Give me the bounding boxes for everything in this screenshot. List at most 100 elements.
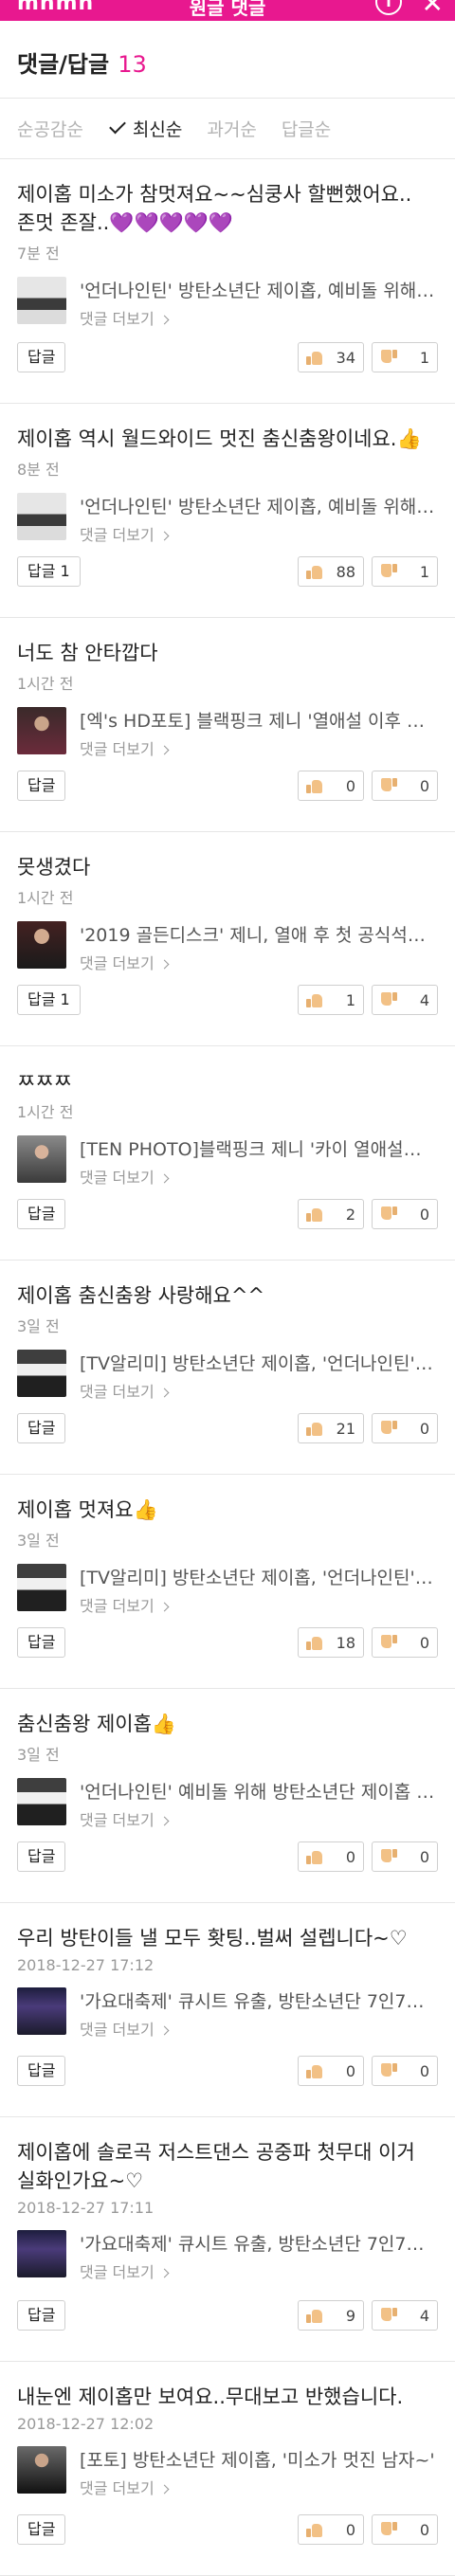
reply-button[interactable]: 답글 1 xyxy=(17,556,81,587)
article-title[interactable]: [TV알리미] 방탄소년단 제이홉, '언더나인틴' 스페셜 무대 xyxy=(80,1350,438,1375)
reply-button[interactable]: 답글 xyxy=(17,2514,66,2545)
sort-option-label: 최신순 xyxy=(132,119,183,140)
like-button[interactable]: 0 xyxy=(298,2514,364,2545)
chevron-right-icon xyxy=(159,2268,170,2278)
more-comments-link[interactable]: 댓글 더보기 xyxy=(80,2259,438,2282)
more-comments-label: 댓글 더보기 xyxy=(80,1383,155,1401)
like-button[interactable]: 34 xyxy=(298,342,364,372)
like-count: 0 xyxy=(345,1847,355,1866)
comment-text: 제이홉 미소가 참멋져요~~심쿵사 할뻔했어요..존멋 존잘..💜💜💜💜💜 xyxy=(17,183,412,234)
reply-button[interactable]: 답글 xyxy=(17,2300,66,2331)
article-title[interactable]: [포토] 방탄소년단 제이홉, '미소가 멋진 남자~' xyxy=(80,2446,438,2472)
article-title[interactable]: '언더나인틴' 예비돌 위해 방탄소년단 제이홉 떴다 xyxy=(80,1778,438,1804)
like-count: 1 xyxy=(345,990,355,1009)
comment-header: 댓글/답글 13 xyxy=(0,21,455,99)
linked-article[interactable]: '가요대축제' 큐시트 유출, 방탄소년단 7인7색 솔로무대 댓글 더보기 xyxy=(17,1987,438,2039)
article-title[interactable]: [TEN PHOTO]블랙핑크 제니 '카이 열애설이후 첫 공식석상' xyxy=(80,1135,438,1161)
sort-option-oldest[interactable]: 과거순 xyxy=(207,116,256,141)
like-button[interactable]: 1 xyxy=(298,985,364,1015)
comment-time: 2018-12-27 12:02 xyxy=(17,2415,155,2433)
thumbs-up-icon xyxy=(306,2063,323,2078)
dislike-button[interactable]: 1 xyxy=(372,342,438,372)
more-comments-link[interactable]: 댓글 더보기 xyxy=(80,1807,438,1830)
like-button[interactable]: 2 xyxy=(298,1199,364,1229)
linked-article[interactable]: '언더나인틴' 방탄소년단 제이홉, 예비돌 위해 바쁜 스케줄 쪼개 댓글 더… xyxy=(17,277,438,328)
comment-list: 제이홉 미소가 참멋져요~~심쿵사 할뻔했어요..존멋 존잘..💜💜💜💜💜 7분… xyxy=(0,159,455,2576)
like-button[interactable]: 9 xyxy=(298,2300,364,2331)
article-title[interactable]: '2019 골든디스크' 제니, 열애 후 첫 공식석상 '당당한 모습' xyxy=(80,921,438,947)
more-comments-link[interactable]: 댓글 더보기 xyxy=(80,522,438,545)
reply-button[interactable]: 답글 xyxy=(17,1841,66,1872)
like-button[interactable]: 21 xyxy=(298,1413,364,1443)
vote-group: 0 0 xyxy=(290,2056,438,2086)
dislike-button[interactable]: 1 xyxy=(372,556,438,587)
linked-article[interactable]: [TV알리미] 방탄소년단 제이홉, '언더나인틴' 스페셜 무대 댓글 더보기 xyxy=(17,1564,438,1615)
dislike-button[interactable]: 4 xyxy=(372,985,438,1015)
like-button[interactable]: 18 xyxy=(298,1627,364,1658)
article-title[interactable]: [엑's HD포토] 블랙핑크 제니 '열애설 이후 첫 공식석상' xyxy=(80,707,438,733)
reply-button[interactable]: 답글 xyxy=(17,1627,66,1658)
sort-option-replies[interactable]: 답글순 xyxy=(282,116,331,141)
article-info: '가요대축제' 큐시트 유출, 방탄소년단 7인7색 솔로무대 댓글 더보기 xyxy=(80,2230,438,2282)
like-button[interactable]: 0 xyxy=(298,1841,364,1872)
linked-article[interactable]: '2019 골든디스크' 제니, 열애 후 첫 공식석상 '당당한 모습' 댓글… xyxy=(17,921,438,972)
dislike-button[interactable]: 4 xyxy=(372,2300,438,2331)
sort-option-label: 답글순 xyxy=(281,119,332,140)
like-count: 34 xyxy=(336,348,355,367)
comment-text: ㅉㅉㅉ xyxy=(17,1070,72,1093)
reply-button[interactable]: 답글 xyxy=(17,771,66,801)
article-title[interactable]: '가요대축제' 큐시트 유출, 방탄소년단 7인7색 솔로무대 xyxy=(80,1987,438,2013)
dislike-button[interactable]: 0 xyxy=(372,1627,438,1658)
reply-button[interactable]: 답글 1 xyxy=(17,985,81,1015)
comment-item: 제이홉 역시 월드와이드 멋진 춤신춤왕이네요.👍 8분 전 '언더나인틴' 방… xyxy=(0,404,455,618)
like-button[interactable]: 88 xyxy=(298,556,364,587)
dislike-button[interactable]: 0 xyxy=(372,2056,438,2086)
article-title[interactable]: '가요대축제' 큐시트 유출, 방탄소년단 7인7색 솔로무대 xyxy=(80,2230,438,2256)
comment-text: 제이홉 춤신춤왕 사랑해요^^ xyxy=(17,1284,265,1307)
comment-time: 2018-12-27 17:11 xyxy=(17,2199,155,2217)
dislike-button[interactable]: 0 xyxy=(372,2514,438,2545)
article-title[interactable]: '언더나인틴' 방탄소년단 제이홉, 예비돌 위해 바쁜 스케줄 쪼개 xyxy=(80,493,438,518)
more-comments-link[interactable]: 댓글 더보기 xyxy=(80,2017,438,2040)
more-comments-link[interactable]: 댓글 더보기 xyxy=(80,951,438,973)
more-comments-link[interactable]: 댓글 더보기 xyxy=(80,1593,438,1616)
like-button[interactable]: 0 xyxy=(298,2056,364,2086)
reply-button[interactable]: 답글 xyxy=(17,342,66,372)
reply-button[interactable]: 답글 xyxy=(17,1199,66,1229)
sort-option-likes[interactable]: 순공감순 xyxy=(17,116,83,141)
dislike-button[interactable]: 0 xyxy=(372,1199,438,1229)
linked-article[interactable]: [엑's HD포토] 블랙핑크 제니 '열애설 이후 첫 공식석상' 댓글 더보… xyxy=(17,707,438,758)
thumbs-down-icon xyxy=(380,2308,397,2323)
comment-actions: 답글 21 0 xyxy=(17,1413,438,1445)
comment-text: 우리 방탄이들 낼 모두 홧팅..벌써 설렙니다~♡ xyxy=(17,1927,408,1950)
linked-article[interactable]: '언더나인틴' 예비돌 위해 방탄소년단 제이홉 떴다 댓글 더보기 xyxy=(17,1778,438,1829)
more-comments-link[interactable]: 댓글 더보기 xyxy=(80,736,438,759)
more-comments-link[interactable]: 댓글 더보기 xyxy=(80,2476,438,2498)
article-info: '언더나인틴' 방탄소년단 제이홉, 예비돌 위해 바쁜 스케줄 쪼개 댓글 더… xyxy=(80,493,438,545)
vote-group: 18 0 xyxy=(290,1627,438,1658)
linked-article[interactable]: [TEN PHOTO]블랙핑크 제니 '카이 열애설이후 첫 공식석상' 댓글 … xyxy=(17,1135,438,1187)
article-title[interactable]: '언더나인틴' 방탄소년단 제이홉, 예비돌 위해 바쁜 스케줄 쪼개 xyxy=(80,277,438,302)
linked-article[interactable]: [포토] 방탄소년단 제이홉, '미소가 멋진 남자~' 댓글 더보기 xyxy=(17,2446,438,2497)
linked-article[interactable]: '언더나인틴' 방탄소년단 제이홉, 예비돌 위해 바쁜 스케줄 쪼개 댓글 더… xyxy=(17,493,438,544)
dislike-count: 4 xyxy=(419,990,429,1009)
more-comments-link[interactable]: 댓글 더보기 xyxy=(80,1165,438,1188)
linked-article[interactable]: [TV알리미] 방탄소년단 제이홉, '언더나인틴' 스페셜 무대 댓글 더보기 xyxy=(17,1350,438,1401)
close-icon[interactable]: ✕ xyxy=(422,0,444,17)
like-count: 18 xyxy=(336,1633,355,1652)
thumbs-up-icon xyxy=(306,564,323,579)
dislike-button[interactable]: 0 xyxy=(372,1841,438,1872)
reply-button[interactable]: 답글 xyxy=(17,1413,66,1443)
dislike-button[interactable]: 0 xyxy=(372,771,438,801)
reply-button[interactable]: 답글 xyxy=(17,2056,66,2086)
sort-option-newest[interactable]: 최신순 xyxy=(108,116,182,141)
like-count: 9 xyxy=(345,2306,355,2325)
comment-time: 8분 전 xyxy=(17,461,60,479)
more-comments-link[interactable]: 댓글 더보기 xyxy=(80,306,438,329)
article-title[interactable]: [TV알리미] 방탄소년단 제이홉, '언더나인틴' 스페셜 무대 xyxy=(80,1564,438,1589)
dislike-button[interactable]: 0 xyxy=(372,1413,438,1443)
linked-article[interactable]: '가요대축제' 큐시트 유출, 방탄소년단 7인7색 솔로무대 댓글 더보기 xyxy=(17,2230,438,2281)
more-comments-link[interactable]: 댓글 더보기 xyxy=(80,1379,438,1402)
comment-actions: 답글 2 0 xyxy=(17,1199,438,1231)
like-button[interactable]: 0 xyxy=(298,771,364,801)
